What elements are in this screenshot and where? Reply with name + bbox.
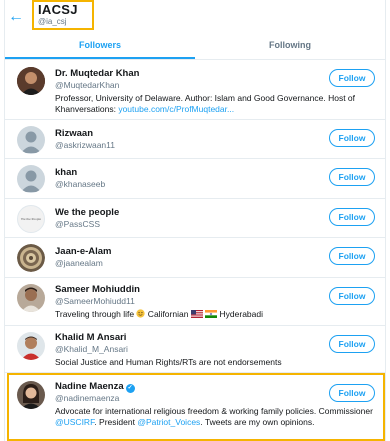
list-item[interactable]: khan @khanaseeb Follow (5, 159, 385, 199)
follow-button[interactable]: Follow (329, 247, 375, 265)
verified-badge-icon: ✓ (125, 384, 135, 393)
follow-button[interactable]: Follow (329, 69, 375, 87)
user-name[interactable]: We the people (55, 207, 327, 219)
list-item[interactable]: Rizwaan @askrizwaan11 Follow (5, 120, 385, 159)
user-avatar[interactable] (17, 284, 45, 312)
user-name[interactable]: Dr. Muqtedar Khan (55, 68, 327, 80)
india-flag-icon (205, 310, 218, 321)
user-avatar[interactable] (17, 332, 45, 360)
tab-bar: Followers Following (5, 33, 385, 60)
header: ← IACSJ @ia_csj (5, 0, 385, 33)
bio-link[interactable]: youtube.com/c/ProfMuqtedar... (118, 104, 234, 114)
follow-button[interactable]: Follow (329, 287, 375, 305)
user-name[interactable]: Khalid M Ansari (55, 332, 327, 344)
user-avatar[interactable] (17, 126, 45, 154)
list-item[interactable]: We the People We the people @PassCSS Fol… (5, 199, 385, 238)
tab-following[interactable]: Following (195, 33, 385, 59)
user-handle: @khanaseeb (55, 179, 106, 189)
user-avatar[interactable] (17, 67, 45, 95)
user-avatar[interactable] (17, 165, 45, 193)
list-item[interactable]: Dr. Muqtedar Khan @MuqtedarKhan Professo… (5, 60, 385, 120)
user-name[interactable]: Sameer Mohiuddin (55, 284, 327, 296)
account-name: IACSJ (38, 2, 78, 17)
list-item[interactable]: Nadine Maenza ✓ @nadinemaenza Advocate fo… (5, 373, 385, 441)
user-avatar[interactable] (17, 381, 45, 409)
user-handle: @SameerMohiudd11 (55, 296, 135, 306)
user-name[interactable]: khan (55, 167, 327, 179)
user-name[interactable]: Rizwaan (55, 128, 327, 140)
follow-button[interactable]: Follow (329, 129, 375, 147)
tab-followers[interactable]: Followers (5, 33, 195, 59)
bio-mention-link[interactable]: @Patriot_Voices (137, 417, 200, 427)
user-bio: Advocate for international religious fre… (55, 406, 373, 427)
user-handle: @Khalid_M_Ansari (55, 344, 128, 354)
user-handle: @MuqtedarKhan (55, 80, 120, 90)
followers-panel: ← IACSJ @ia_csj Followers Following Dr. … (4, 0, 386, 441)
user-handle: @PassCSS (55, 219, 101, 229)
list-item[interactable]: Khalid M Ansari @Khalid_M_Ansari Social … (5, 326, 385, 373)
user-avatar[interactable]: We the People (17, 205, 45, 233)
list-item[interactable]: Sameer Mohiuddin @SameerMohiudd11 Travel… (5, 278, 385, 326)
follow-button[interactable]: Follow (329, 335, 375, 353)
user-bio: Social Justice and Human Rights/RTs are … (55, 357, 282, 367)
arrow-left-icon[interactable]: ← (7, 8, 25, 26)
user-bio: Professor, University of Delaware. Autho… (55, 93, 356, 114)
user-handle: @jaanealam (55, 258, 103, 268)
user-handle: @askrizwaan11 (55, 140, 115, 150)
follow-button[interactable]: Follow (329, 384, 375, 402)
user-handle: @nadinemaenza (55, 393, 120, 403)
follow-button[interactable]: Follow (329, 168, 375, 186)
follow-button[interactable]: Follow (329, 208, 375, 226)
user-name[interactable]: Jaan-e-Alam (55, 246, 327, 258)
account-handle: @ia_csj (38, 17, 67, 26)
user-avatar[interactable] (17, 244, 45, 272)
bio-mention-link[interactable]: @USCIRF (55, 417, 94, 427)
list-item[interactable]: Jaan-e-Alam @jaanealam Follow (5, 238, 385, 278)
user-bio: Traveling through life Californian Hyder… (55, 309, 264, 321)
account-title-box: IACSJ @ia_csj (32, 0, 94, 30)
user-name[interactable]: Nadine Maenza ✓ (55, 381, 327, 393)
us-flag-icon (190, 310, 203, 321)
